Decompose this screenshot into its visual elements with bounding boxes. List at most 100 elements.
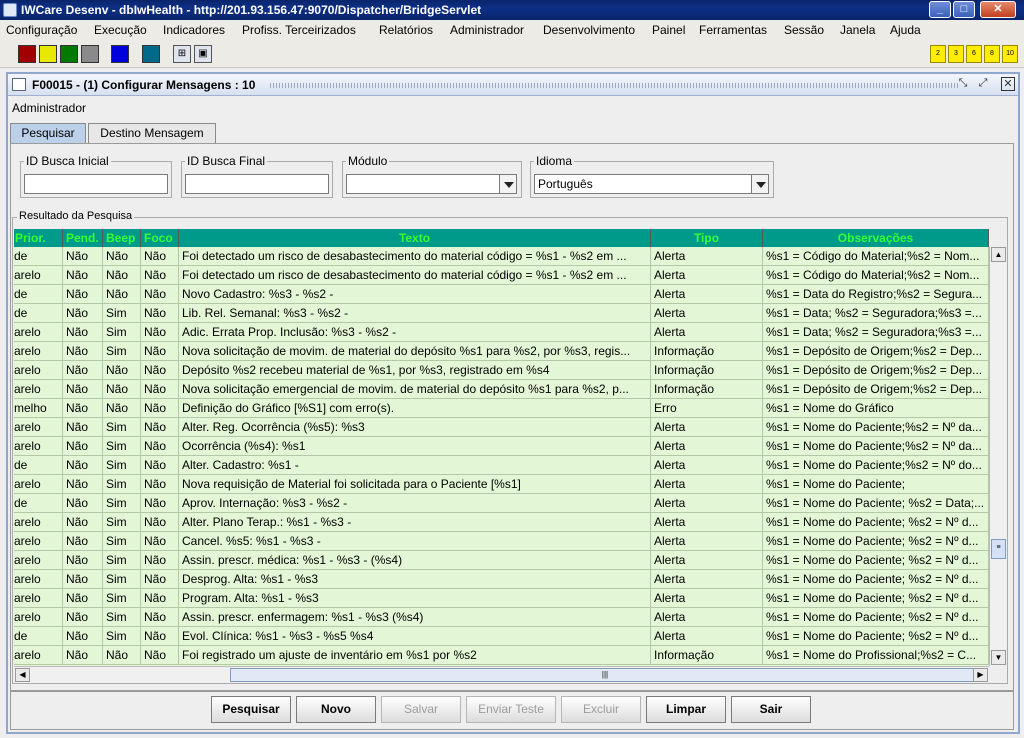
frame-close-icon[interactable]: ✕ — [1001, 77, 1015, 91]
cell-prior: de — [14, 304, 63, 323]
cell-pend: Não — [63, 570, 103, 589]
cell-foco: Não — [141, 570, 179, 589]
table-row[interactable]: arelo Não Não Não Foi detectado um risco de … — [14, 266, 989, 285]
table-row[interactable]: arelo Não Sim Não Assin. prescr. médica: %s1… — [14, 551, 989, 570]
scroll-up-icon[interactable]: ▲ — [991, 247, 1006, 262]
cell-foco: Não — [141, 589, 179, 608]
cell-observacoes: %s1 = Depósito de Origem;%s2 = Dep... — [763, 361, 989, 380]
modulo-select[interactable] — [346, 174, 500, 194]
id-inicial-input[interactable] — [24, 174, 168, 194]
table-row[interactable]: arelo Não Sim Não Nova requisição de Materia… — [14, 475, 989, 494]
menu-profiss-terceirizados[interactable]: Profiss. Terceirizados — [242, 23, 356, 37]
color-swatch-gray[interactable] — [81, 45, 99, 63]
cell-prior: arelo — [14, 418, 63, 437]
color-swatch-yellow[interactable] — [39, 45, 57, 63]
table-row[interactable]: arelo Não Sim Não Nova solicitação de movim.… — [14, 342, 989, 361]
scroll-thumb[interactable]: ≡ — [991, 539, 1006, 559]
scroll-left-icon[interactable]: ◀ — [15, 668, 30, 682]
table-row[interactable]: arelo Não Sim Não Alter. Plano Terap.: %s1 -… — [14, 513, 989, 532]
table-row[interactable]: arelo Não Sim Não Alter. Reg. Ocorrência (%s… — [14, 418, 989, 437]
menu-relatorios[interactable]: Relatórios — [379, 23, 433, 37]
cell-beep: Sim — [103, 304, 141, 323]
shortcut-3[interactable]: 3 — [948, 45, 964, 63]
table-row[interactable]: arelo Não Sim Não Program. Alta: %s1 - %s3 Al… — [14, 589, 989, 608]
maximize-button[interactable]: □ — [953, 1, 975, 18]
table-row[interactable]: arelo Não Sim Não Assin. prescr. enfermagem:… — [14, 608, 989, 627]
id-final-input[interactable] — [185, 174, 329, 194]
scroll-right-icon[interactable]: ▶ — [973, 668, 988, 682]
col-beep[interactable]: Beep — [103, 229, 141, 247]
table-row[interactable]: arelo Não Não Não Nova solicitação emergenci… — [14, 380, 989, 399]
excluir-button[interactable]: Excluir — [561, 696, 641, 723]
tree-view-icon[interactable]: ⊞ — [173, 45, 191, 63]
color-swatch-blue[interactable] — [111, 45, 129, 63]
cell-foco: Não — [141, 285, 179, 304]
horizontal-scrollbar[interactable]: ◀ ||| ▶ — [14, 666, 989, 682]
color-swatch-green[interactable] — [60, 45, 78, 63]
results-table[interactable]: Prior. Pend. Beep Foco Texto Tipo Observ… — [14, 229, 989, 666]
menu-ferramentas[interactable]: Ferramentas — [699, 23, 767, 37]
table-row[interactable]: melho Não Não Não Definição do Gráfico [%S1]… — [14, 399, 989, 418]
table-row[interactable]: de Não Sim Não Evol. Clínica: %s1 - %s3 - %s… — [14, 627, 989, 646]
table-row[interactable]: arelo Não Sim Não Desprog. Alta: %s1 - %s3 Al… — [14, 570, 989, 589]
cell-foco: Não — [141, 456, 179, 475]
tab-destino-mensagem[interactable]: Destino Mensagem — [88, 123, 216, 143]
table-row[interactable]: de Não Sim Não Lib. Rel. Semanal: %s3 - %s2 … — [14, 304, 989, 323]
table-row[interactable]: de Não Sim Não Alter. Cadastro: %s1 - Alerta%… — [14, 456, 989, 475]
cell-foco: Não — [141, 494, 179, 513]
sair-button[interactable]: Sair — [731, 696, 811, 723]
hscroll-thumb[interactable]: ||| — [230, 668, 980, 682]
idioma-select[interactable]: Português — [534, 174, 752, 194]
minimize-button[interactable]: _ — [929, 1, 951, 18]
scroll-down-icon[interactable]: ▼ — [991, 650, 1006, 665]
table-row[interactable]: arelo Não Sim Não Adic. Errata Prop. Inclusã… — [14, 323, 989, 342]
color-swatch-teal[interactable] — [142, 45, 160, 63]
col-pend[interactable]: Pend. — [63, 229, 103, 247]
col-tipo[interactable]: Tipo — [651, 229, 763, 247]
cell-pend: Não — [63, 627, 103, 646]
col-foco[interactable]: Foco — [141, 229, 179, 247]
shortcut-8[interactable]: 8 — [984, 45, 1000, 63]
cell-observacoes: %s1 = Nome do Paciente; %s2 = Nº d... — [763, 627, 989, 646]
col-observacoes[interactable]: Observações — [763, 229, 989, 247]
menu-execucao[interactable]: Execução — [94, 23, 147, 37]
shortcut-6[interactable]: 6 — [966, 45, 982, 63]
tab-pesquisar[interactable]: Pesquisar — [10, 123, 86, 144]
pesquisar-button[interactable]: Pesquisar — [211, 696, 291, 723]
restore-icon[interactable]: ⤡ — [956, 77, 970, 91]
chevron-down-icon[interactable] — [751, 174, 769, 194]
enviar-teste-button[interactable]: Enviar Teste — [466, 696, 556, 723]
menu-administrador[interactable]: Administrador — [450, 23, 524, 37]
chevron-down-icon[interactable] — [499, 174, 517, 194]
table-row[interactable]: de Não Não Não Foi detectado um risco de des… — [14, 247, 989, 266]
menu-sessao[interactable]: Sessão — [784, 23, 824, 37]
menu-configuracao[interactable]: Configuração — [6, 23, 77, 37]
table-row[interactable]: arelo Não Não Não Foi registrado um ajuste d… — [14, 646, 989, 665]
menu-janela[interactable]: Janela — [840, 23, 875, 37]
windows-icon[interactable]: ▣ — [194, 45, 212, 63]
limpar-button[interactable]: Limpar — [646, 696, 726, 723]
color-swatch-red[interactable] — [18, 45, 36, 63]
col-texto[interactable]: Texto — [179, 229, 651, 247]
salvar-button[interactable]: Salvar — [381, 696, 461, 723]
cell-texto: Alter. Cadastro: %s1 - — [179, 456, 651, 475]
vertical-scrollbar[interactable]: ▲ ≡ ▼ — [989, 247, 1006, 666]
window-title: IWCare Desenv - dbIwHealth - http://201.… — [21, 3, 482, 17]
expand-icon[interactable]: ⤢ — [976, 77, 990, 91]
close-button[interactable]: ✕ — [980, 1, 1016, 18]
table-row[interactable]: de Não Não Não Novo Cadastro: %s3 - %s2 - Ale… — [14, 285, 989, 304]
menu-ajuda[interactable]: Ajuda — [890, 23, 921, 37]
table-row[interactable]: arelo Não Sim Não Ocorrência (%s4): %s1 Alert… — [14, 437, 989, 456]
novo-button[interactable]: Novo — [296, 696, 376, 723]
cell-observacoes: %s1 = Nome do Paciente;%s2 = Nº da... — [763, 418, 989, 437]
menu-desenvolvimento[interactable]: Desenvolvimento — [543, 23, 635, 37]
col-prior[interactable]: Prior. — [14, 229, 63, 247]
menu-indicadores[interactable]: Indicadores — [163, 23, 225, 37]
shortcut-2[interactable]: 2 — [930, 45, 946, 63]
menu-painel[interactable]: Painel — [652, 23, 685, 37]
table-row[interactable]: arelo Não Não Não Depósito %s2 recebeu mater… — [14, 361, 989, 380]
table-row[interactable]: de Não Sim Não Aprov. Internação: %s3 - %s2 … — [14, 494, 989, 513]
shortcut-10[interactable]: 10 — [1002, 45, 1018, 63]
cell-foco: Não — [141, 342, 179, 361]
table-row[interactable]: arelo Não Sim Não Cancel. %s5: %s1 - %s3 - Al… — [14, 532, 989, 551]
